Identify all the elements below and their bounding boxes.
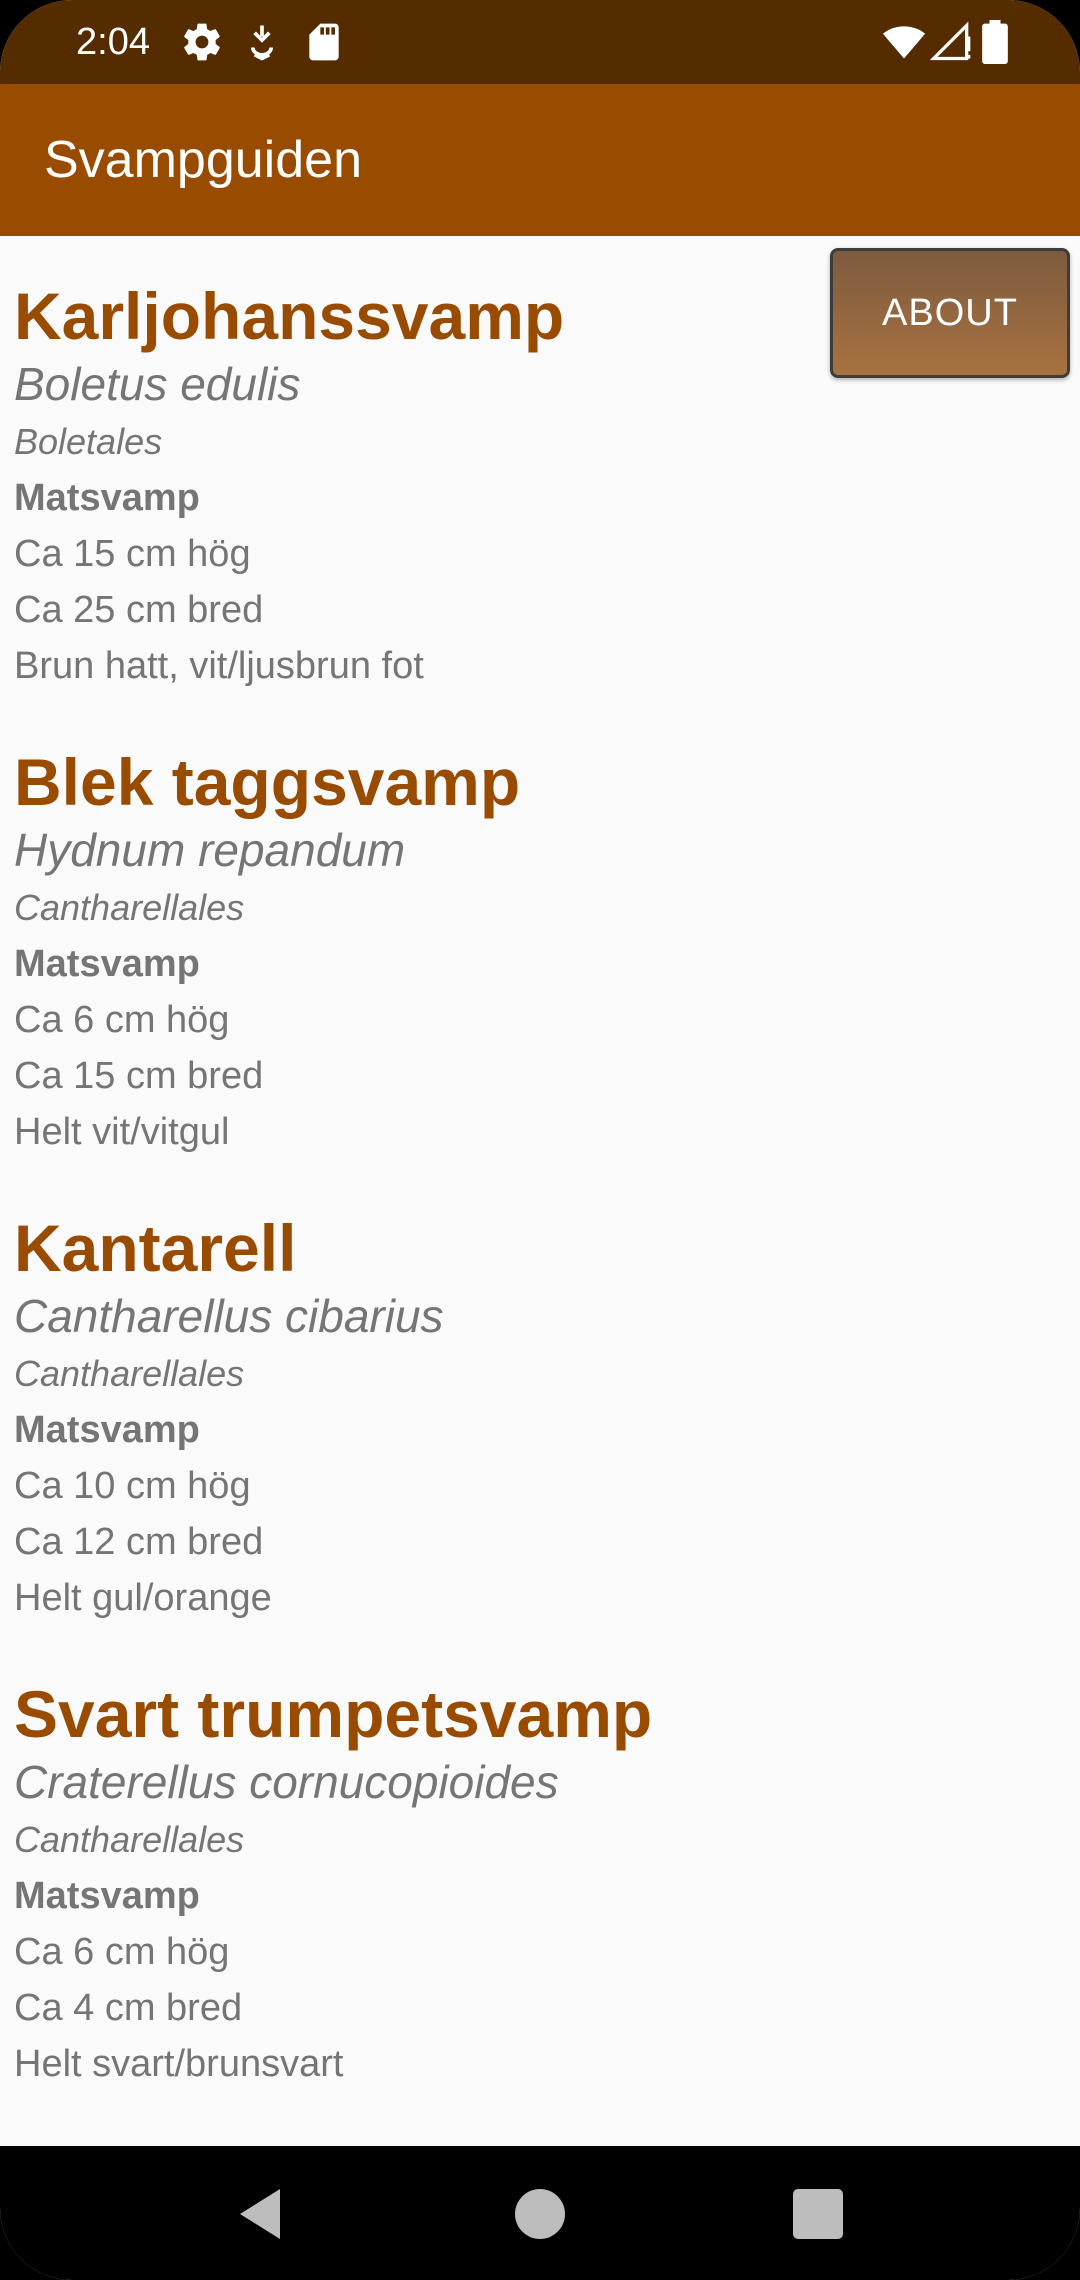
debug-icon (251, 25, 273, 61)
mushroom-latin-name: Cantharellus cibarius (14, 1290, 444, 1342)
home-icon[interactable] (510, 2184, 570, 2244)
mushroom-list[interactable]: ABOUT Karljohanssvamp Boletus edulis Bol… (0, 236, 1080, 2146)
mushroom-width: Ca 25 cm bred (14, 589, 264, 631)
mushroom-type: Matsvamp (14, 1875, 200, 1917)
battery-icon (982, 20, 1008, 64)
mushroom-latin-name: Craterellus cornucopioides (14, 1756, 559, 1808)
mushroom-name: Karljohanssvamp (14, 279, 565, 353)
mushroom-width: Ca 15 cm bred (14, 1055, 264, 1097)
status-bar: 2:04 (0, 0, 1080, 84)
mushroom-item: Svart trumpetsvamp Craterellus cornucopi… (14, 1676, 1014, 2092)
mushroom-name: Blek taggsvamp (14, 745, 521, 819)
app-bar: Svampguiden (0, 84, 1080, 236)
mushroom-name: Kantarell (14, 1211, 297, 1285)
gear-icon (184, 23, 220, 61)
sd-card-icon (309, 23, 339, 61)
mushroom-order: Cantharellales (14, 887, 245, 928)
mushroom-order: Cantharellales (14, 1353, 245, 1394)
mushroom-description: Helt vit/vitgul (14, 1111, 230, 1153)
mushroom-order: Cantharellales (14, 1819, 245, 1860)
signal-icon (930, 21, 971, 61)
mushroom-height: Ca 10 cm hög (14, 1465, 251, 1507)
mushroom-type: Matsvamp (14, 1409, 200, 1451)
mushroom-type: Matsvamp (14, 477, 200, 519)
mushroom-order: Boletales (14, 421, 163, 462)
mushroom-height: Ca 6 cm hög (14, 1931, 230, 1973)
mushroom-item: Kantarell Cantharellus cibarius Canthare… (14, 1210, 1014, 1626)
back-icon[interactable] (230, 2184, 290, 2244)
mushroom-description: Brun hatt, vit/ljusbrun fot (14, 645, 424, 687)
mushroom-height: Ca 6 cm hög (14, 999, 230, 1041)
mushroom-width: Ca 4 cm bred (14, 1987, 243, 2029)
mushroom-latin-name: Boletus edulis (14, 358, 301, 410)
mushroom-latin-name: Hydnum repandum (14, 824, 406, 876)
wifi-icon (882, 26, 926, 59)
app-screen: 2:04 Svampguiden ABOUT Karljohanssvamp B… (0, 0, 1080, 2280)
mushroom-height: Ca 15 cm hög (14, 533, 251, 575)
mushroom-width: Ca 12 cm bred (14, 1521, 264, 1563)
recents-icon[interactable] (788, 2184, 848, 2244)
mushroom-item: Karljohanssvamp Boletus edulis Boletales… (14, 278, 1014, 694)
mushroom-name: Svart trumpetsvamp (14, 1677, 653, 1751)
app-title: Svampguiden (44, 131, 362, 189)
mushroom-item: Blek taggsvamp Hydnum repandum Cantharel… (14, 744, 1014, 1160)
mushroom-type: Matsvamp (14, 943, 200, 985)
mushroom-description: Helt gul/orange (14, 1577, 272, 1619)
mushroom-description: Helt svart/brunsvart (14, 2043, 344, 2085)
status-time: 2:04 (76, 21, 150, 63)
navigation-bar (0, 2146, 1080, 2280)
